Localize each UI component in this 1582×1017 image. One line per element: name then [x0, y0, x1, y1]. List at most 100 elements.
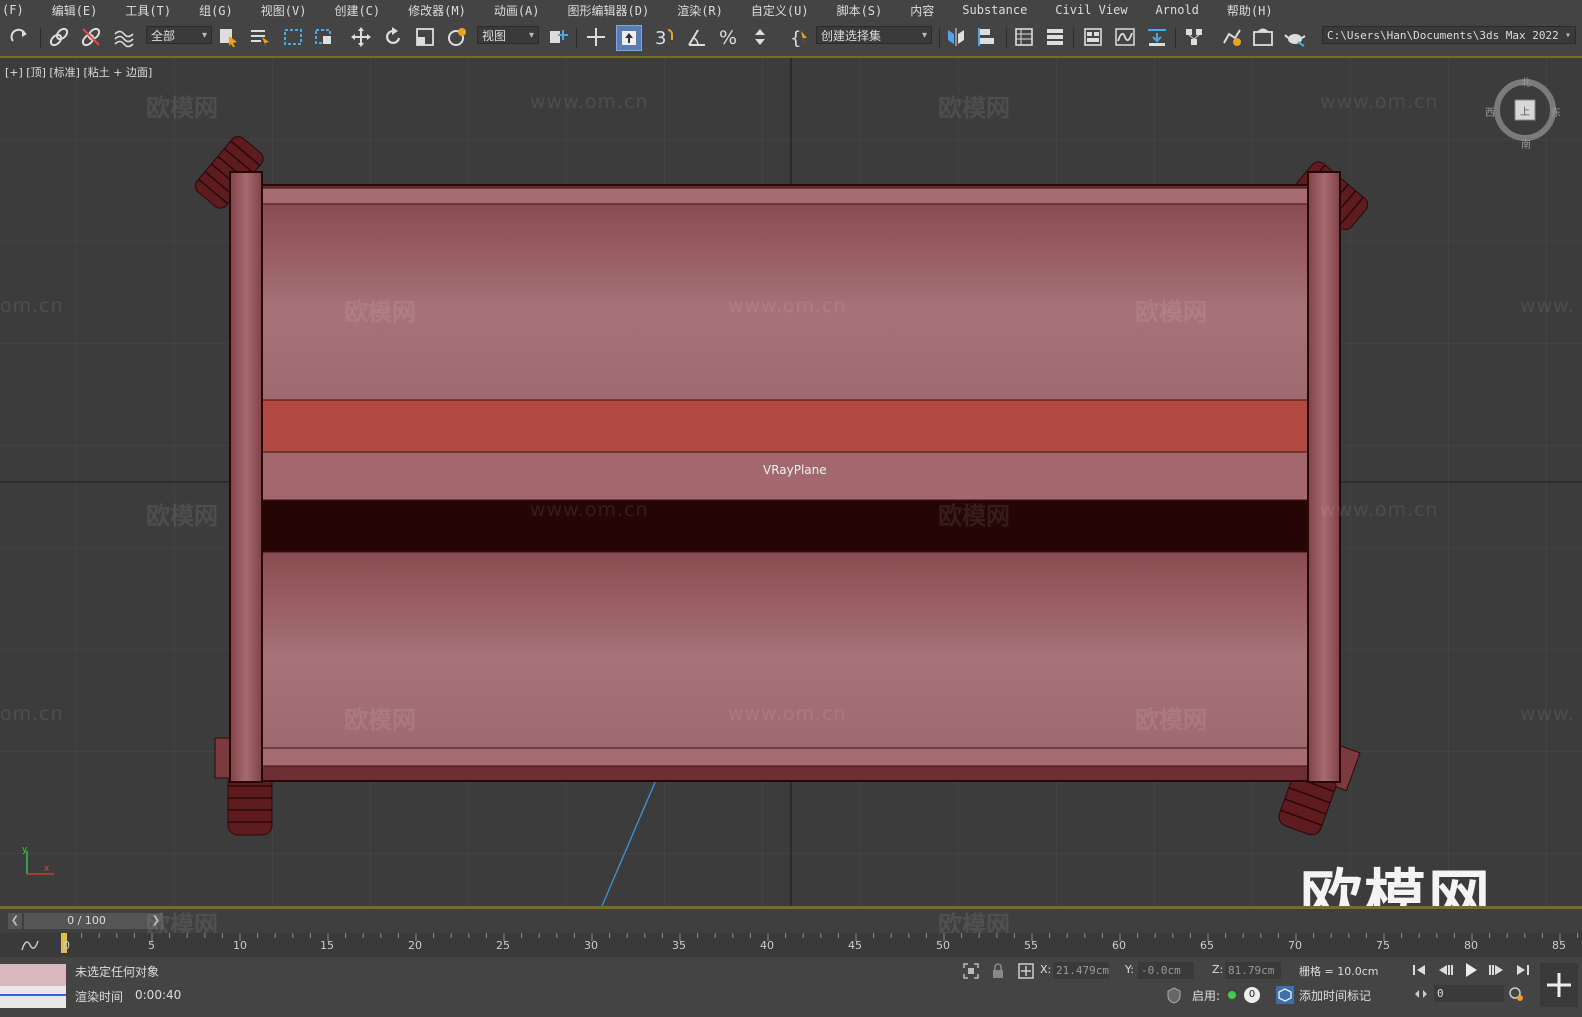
time-slider[interactable]: ❮ 0 / 100 ❯ 欧模网 欧模网 [0, 909, 1582, 939]
tick-label: 50 [936, 939, 950, 952]
pivot-center-button[interactable] [546, 25, 570, 49]
menu-modifiers[interactable]: 修改器(M) [394, 2, 480, 19]
prev-frame-button[interactable]: ❮ [8, 913, 22, 929]
script-toggle-button[interactable] [1165, 986, 1183, 1004]
select-by-name-button[interactable] [248, 25, 272, 49]
angle-snap-icon [688, 29, 705, 46]
menu-scripting[interactable]: 脚本(S) [823, 2, 897, 19]
x-label: X: [1040, 963, 1052, 976]
cart-model[interactable] [229, 171, 1341, 783]
menu-help[interactable]: 帮助(H) [1213, 2, 1287, 19]
watermark-url: www.om.cn [530, 91, 649, 113]
placement-button[interactable] [445, 25, 469, 49]
rotate-button[interactable] [381, 25, 405, 49]
rendered-frame-window-button[interactable] [1251, 25, 1275, 49]
move-button[interactable] [349, 25, 373, 49]
key-mode-button[interactable] [1413, 986, 1429, 1002]
percent-snap-icon: % [719, 27, 737, 48]
schematic-view-button[interactable] [1145, 25, 1169, 49]
enable-count-badge[interactable]: 0 [1244, 987, 1260, 1003]
watermark-text: 欧模网 [1135, 706, 1207, 734]
menu-content[interactable]: 内容 [896, 2, 948, 19]
add-time-tag-text[interactable]: 添加时间标记 [1299, 987, 1371, 1004]
menu-graph-editors[interactable]: 图形编辑器(D) [554, 2, 664, 19]
go-to-end-button[interactable] [1514, 961, 1532, 979]
menu-edit[interactable]: 编辑(E) [38, 2, 112, 19]
x-coordinate-field[interactable]: 21.479cm [1053, 962, 1109, 979]
redo-button[interactable] [8, 25, 32, 49]
snap-3d-icon: 3 [655, 28, 673, 48]
prev-frame-play-button[interactable] [1436, 961, 1454, 979]
next-frame-play-button[interactable] [1488, 961, 1506, 979]
snaps-toggle-button[interactable]: 3 [652, 25, 676, 49]
menu-create[interactable]: 创建(C) [320, 2, 394, 19]
angle-snap-button[interactable] [685, 25, 709, 49]
render-setup-button[interactable] [1220, 25, 1244, 49]
menu-group[interactable]: 组(G) [185, 2, 247, 19]
menu-rendering[interactable]: 渲染(R) [663, 2, 737, 19]
edit-named-selection-button[interactable]: { [788, 25, 812, 49]
menu-substance[interactable]: Substance [948, 3, 1041, 17]
viewcube-face[interactable]: 上 [1520, 103, 1530, 118]
menu-arnold[interactable]: Arnold [1142, 3, 1213, 17]
select-manipulate-button[interactable] [584, 25, 608, 49]
keyboard-shortcut-override-button[interactable] [616, 25, 642, 51]
scale-button[interactable] [413, 25, 437, 49]
viewport-label[interactable]: [+] [顶] [标准] [粘土 + 边面] [5, 64, 152, 80]
track-bar[interactable]: 0 5 10 15 20 25 30 35 40 45 50 55 60 65 … [0, 933, 1582, 957]
layer-explorer-button[interactable] [1043, 25, 1067, 49]
menu-customize[interactable]: 自定义(U) [737, 2, 823, 19]
curve-editor-button[interactable] [1113, 25, 1137, 49]
isolate-selection-button[interactable] [962, 962, 980, 980]
unlink-button[interactable] [79, 25, 103, 49]
top-viewport[interactable]: y x 欧模网 www.om.cn 欧模网 www.om.cn om.cn 欧模… [0, 58, 1582, 906]
selection-lock-button[interactable] [990, 962, 1006, 980]
spinner-snap-button[interactable] [749, 25, 773, 49]
tick-label: 55 [1024, 939, 1038, 952]
lock-icon [993, 963, 1003, 978]
play-button[interactable] [1462, 961, 1480, 979]
curve-editor-icon [1115, 28, 1135, 46]
rect-selection-button[interactable] [281, 25, 305, 49]
menu-animation[interactable]: 动画(A) [480, 2, 554, 19]
ribbon-toggle-button[interactable] [1081, 25, 1105, 49]
window-crossing-button[interactable] [312, 25, 336, 49]
reference-coord-dropdown[interactable]: 视图 [477, 26, 539, 45]
link-button[interactable] [47, 25, 71, 49]
menu-tools[interactable]: 工具(T) [111, 2, 185, 19]
tick-label: 35 [672, 939, 686, 952]
selection-filter-dropdown[interactable]: 全部 [146, 26, 212, 45]
time-slider-thumb[interactable]: 0 / 100 [24, 913, 149, 929]
time-tag-button[interactable] [1276, 986, 1294, 1004]
percent-snap-button[interactable]: % [717, 25, 741, 49]
crosshair-icon [587, 28, 605, 46]
named-selection-sets-dropdown[interactable]: 创建选择集 [816, 26, 932, 45]
watermark-url: www. [1520, 295, 1575, 317]
menu-civil-view[interactable]: Civil View [1041, 3, 1141, 17]
maxscript-listener-mini[interactable] [0, 964, 66, 1008]
current-frame-input[interactable]: 0 [1434, 985, 1504, 1002]
scene-explorer-button[interactable] [1012, 25, 1036, 49]
viewport-navigation-button[interactable] [1540, 963, 1578, 1007]
time-config-button[interactable] [1508, 986, 1524, 1002]
viewcube[interactable]: 上 北 南 东 西 [1485, 78, 1561, 151]
project-path-dropdown[interactable]: C:\Users\Han\Documents\3ds Max 2022 [1322, 26, 1576, 45]
y-coordinate-field[interactable]: -0.0cm [1138, 962, 1194, 979]
render-production-button[interactable] [1283, 25, 1307, 49]
absolute-mode-button[interactable] [1017, 962, 1035, 980]
align-icon [978, 28, 994, 46]
z-coordinate-field[interactable]: 81.79cm [1225, 962, 1281, 979]
align-button[interactable] [976, 25, 1000, 49]
menu-file[interactable]: (F) [0, 3, 38, 17]
watermark-text: 欧模网 [1135, 298, 1207, 326]
material-editor-button[interactable] [1182, 25, 1206, 49]
menu-view[interactable]: 视图(V) [247, 2, 321, 19]
select-object-button[interactable] [216, 25, 240, 49]
play-icon [1466, 963, 1477, 977]
tick-label: 70 [1288, 939, 1302, 952]
teapot-icon [1284, 34, 1306, 47]
go-to-start-button[interactable] [1410, 961, 1428, 979]
mirror-button[interactable] [944, 25, 968, 49]
bind-spacewarp-button[interactable] [111, 25, 135, 49]
skip-back-icon [1413, 965, 1425, 975]
